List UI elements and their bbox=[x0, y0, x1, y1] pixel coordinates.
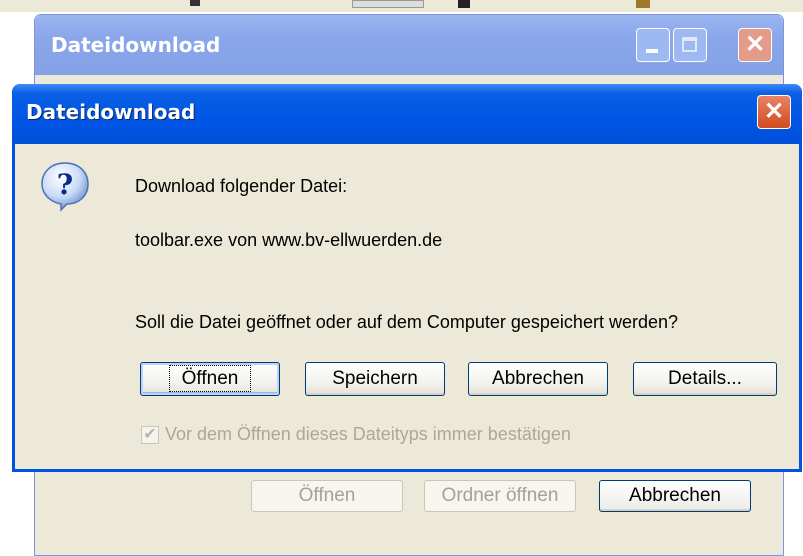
dialog-titlebar[interactable]: Dateidownload ✕ bbox=[12, 84, 802, 144]
background-cancel-button[interactable]: Abbrechen bbox=[599, 480, 751, 512]
background-close-button[interactable]: ✕ bbox=[738, 28, 772, 62]
svg-text:?: ? bbox=[57, 168, 73, 201]
background-open-button[interactable]: Öffnen bbox=[251, 480, 403, 512]
background-window-title: Dateidownload bbox=[51, 33, 221, 57]
open-or-save-question: Soll die Datei geöffnet oder auf dem Com… bbox=[135, 312, 678, 332]
background-titlebar[interactable]: Dateidownload ✕ bbox=[35, 15, 783, 75]
file-download-dialog: Dateidownload ✕ ? Download folgender Dat… bbox=[12, 84, 802, 472]
dialog-title: Dateidownload bbox=[26, 100, 196, 124]
download-intro-text: Download folgender Datei: bbox=[135, 176, 348, 196]
background-app-strip bbox=[0, 0, 803, 12]
details-button[interactable]: Details... bbox=[633, 362, 777, 396]
open-button[interactable]: Öffnen bbox=[140, 362, 280, 396]
filename-source-text: toolbar.exe von www.bv-ellwuerden.de bbox=[135, 230, 443, 250]
minimize-button[interactable] bbox=[636, 28, 670, 62]
save-button[interactable]: Speichern bbox=[305, 362, 445, 396]
always-confirm-checkbox[interactable]: ✔ bbox=[141, 426, 159, 444]
dialog-close-button[interactable]: ✕ bbox=[757, 95, 791, 129]
always-confirm-label: Vor dem Öffnen dieses Dateityps immer be… bbox=[165, 424, 571, 444]
cancel-button[interactable]: Abbrechen bbox=[468, 362, 608, 396]
background-open-folder-button[interactable]: Ordner öffnen bbox=[424, 480, 576, 512]
maximize-button[interactable] bbox=[673, 28, 707, 62]
question-icon: ? bbox=[41, 162, 89, 212]
